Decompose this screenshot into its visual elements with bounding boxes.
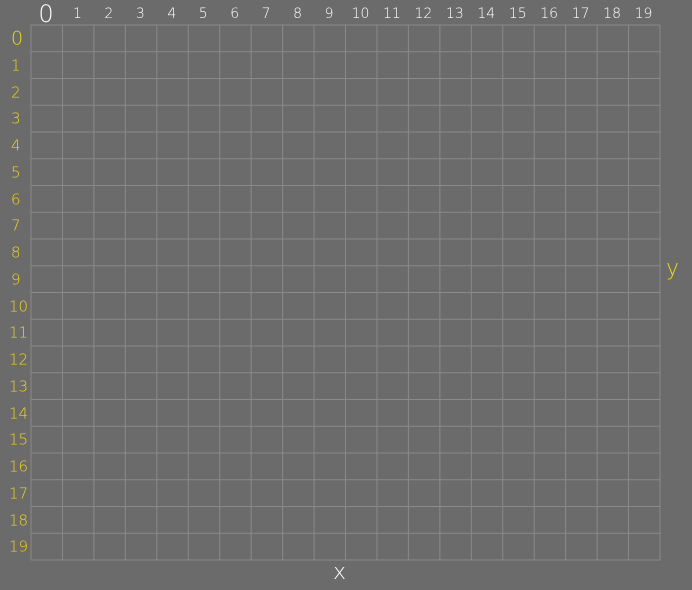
x-axis-label: x	[333, 560, 347, 585]
row-label: 0	[11, 27, 24, 50]
row-label: 6	[11, 190, 21, 208]
row-label: 19	[9, 537, 29, 556]
column-label: 12	[414, 6, 433, 22]
row-label: 11	[9, 323, 29, 342]
column-label: 1	[72, 6, 82, 22]
row-label: 12	[9, 350, 29, 369]
row-label: 16	[9, 457, 29, 476]
column-label: 4	[167, 6, 177, 22]
column-label: 19	[634, 6, 653, 22]
whiteboard-canvas[interactable]: 0 1 2 3 4 5 6 7 8 9 10 11 12 13 14 15 16 17 18 19 012345678…	[0, 0, 692, 590]
row-label: 4	[11, 136, 21, 155]
row-label: 8	[11, 243, 21, 262]
row-label: 10	[9, 297, 29, 315]
column-label: 7	[261, 6, 271, 22]
column-label: 13	[445, 6, 464, 22]
column-label: 9	[324, 6, 334, 22]
row-label: 9	[11, 270, 21, 289]
row-label: 3	[11, 109, 21, 128]
row-label: 13	[9, 377, 29, 396]
grid	[30, 24, 661, 561]
column-label: 11	[383, 6, 401, 22]
column-label: 14	[477, 6, 496, 22]
row-label: 18	[9, 511, 29, 529]
column-label: 10	[351, 6, 370, 22]
row-label: 7	[11, 216, 21, 235]
column-label: 8	[293, 6, 303, 22]
column-label: 16	[540, 6, 559, 22]
row-label: 2	[11, 83, 21, 101]
row-label: 14	[9, 404, 29, 422]
column-label: 6	[230, 6, 240, 22]
row-label: 17	[9, 484, 29, 503]
y-axis-label: y	[666, 256, 680, 281]
column-label: 5	[198, 6, 208, 22]
column-label: 15	[508, 6, 527, 22]
row-label: 15	[9, 430, 29, 449]
column-label: 0	[38, 0, 54, 28]
column-label: 3	[135, 6, 145, 22]
row-label: 5	[11, 163, 21, 182]
column-label: 18	[603, 6, 622, 22]
column-label: 17	[571, 6, 590, 22]
column-label: 2	[104, 6, 114, 22]
row-label: 1	[11, 56, 21, 75]
